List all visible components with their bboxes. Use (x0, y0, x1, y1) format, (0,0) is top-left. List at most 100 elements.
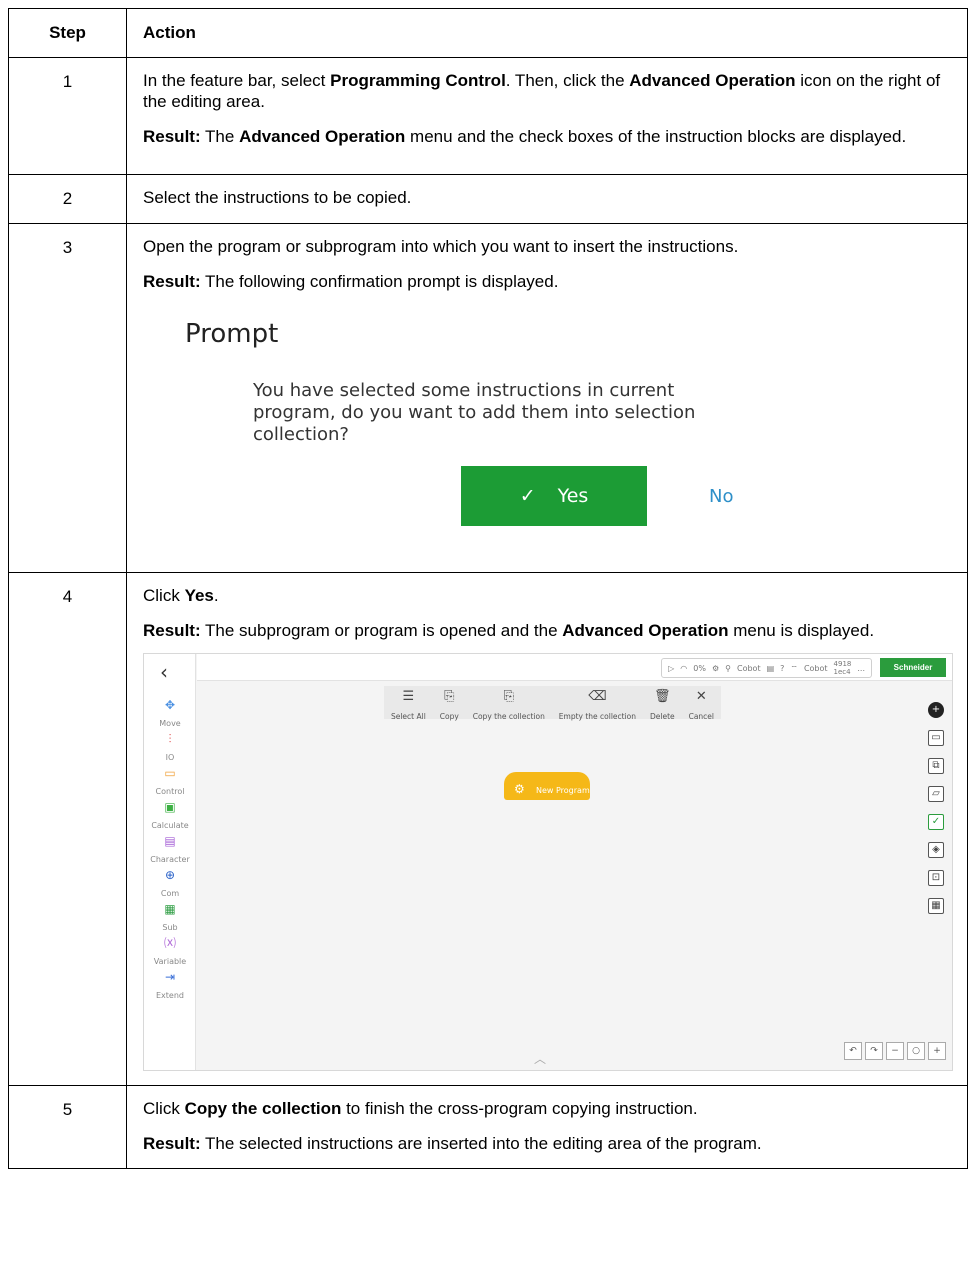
step-number: 4 (8, 572, 127, 1086)
yes-label: Yes (557, 484, 589, 507)
prompt-title: Prompt (185, 319, 279, 349)
play-icon[interactable]: ▷ (668, 658, 674, 679)
copy-collection-icon: ⎘ (503, 689, 514, 704)
variable-icon: ⒳ (163, 936, 176, 950)
action-cell: Click Copy the collection to finish the … (126, 1085, 968, 1169)
table-row: 1 In the feature bar, select Programming… (8, 57, 968, 175)
copy-icon: ⎘ (444, 689, 455, 704)
sidebar-item-sub[interactable]: ▦ Sub (144, 902, 196, 938)
calculate-icon: ▣ (164, 800, 176, 814)
delete-button[interactable]: 🗑 Delete (650, 689, 675, 727)
instruction-text: Click Copy the collection to finish the … (143, 1099, 698, 1118)
progress-percent: 0% (693, 663, 706, 673)
table-row: 3 Open the program or subprogram into wh… (8, 223, 968, 573)
sidebar-item-extend[interactable]: ⇥ Extend (144, 970, 196, 1006)
step-number: 3 (8, 223, 127, 573)
sidebar-item-character[interactable]: ▤ Character (144, 834, 196, 870)
result-text: Result: The selected instructions are in… (143, 1134, 762, 1153)
sidebar-item-io[interactable]: ⫶ IO (144, 732, 196, 768)
zoom-controls: ↶ ↷ − ○ + (844, 1042, 946, 1060)
sidebar-item-move[interactable]: ✥ Move (144, 698, 196, 734)
chevron-up-icon[interactable]: ︿ (534, 1049, 546, 1070)
wifi-icon: ⌔ (790, 663, 798, 673)
copy-button[interactable]: ⎘ Copy (440, 689, 459, 727)
sidebar-item-com[interactable]: ⊕ Com (144, 868, 196, 904)
table-row: 2 Select the instructions to be copied. (8, 174, 968, 224)
result-text: Result: The Advanced Operation menu and … (143, 127, 907, 146)
result-text: Result: The subprogram or program is ope… (143, 621, 875, 640)
action-cell: In the feature bar, select Programming C… (126, 57, 968, 175)
action-cell: Select the instructions to be copied. (126, 174, 968, 224)
zoom-reset-icon[interactable]: ○ (907, 1042, 925, 1060)
back-chevron-icon[interactable]: ‹ (160, 662, 168, 683)
open-folder-icon[interactable]: ▱ (928, 786, 944, 802)
sidebar-item-calculate[interactable]: ▣ Calculate (144, 800, 196, 836)
instruction-text: Click Yes. (143, 586, 219, 605)
redo-icon[interactable]: ↷ (865, 1042, 883, 1060)
advanced-operation-toolbar: ☰ Select All ⎘ Copy ⎘ Copy the collection ⌫… (384, 686, 721, 721)
zoom-out-icon[interactable]: − (886, 1042, 904, 1060)
result-text: Result: The following confirmation promp… (143, 272, 559, 291)
device-id: 4918 1ec4 (833, 660, 852, 676)
yes-button[interactable]: ✓ Yes (461, 466, 647, 526)
cancel-button[interactable]: ✕ Cancel (689, 689, 714, 727)
delete-icon: 🗑 (654, 689, 671, 704)
robot-arm-icon: ⚙ (514, 782, 525, 796)
add-icon[interactable]: + (928, 702, 944, 718)
step-header: Step (8, 8, 127, 58)
table-row: 5 Click Copy the collection to finish th… (8, 1085, 968, 1169)
extend-icon: ⇥ (164, 970, 176, 984)
copy-collection-button[interactable]: ⎘ Copy the collection (473, 689, 545, 727)
control-icon: ▭ (164, 766, 176, 780)
confirmation-prompt: Prompt You have selected some instructio… (143, 298, 951, 558)
cobot-status-label: Cobot (803, 663, 828, 673)
io-icon: ⫶ (168, 732, 172, 746)
procedure-table: Step Action 1 In the feature bar, select… (8, 8, 968, 1169)
zoom-in-icon[interactable]: + (928, 1042, 946, 1060)
select-all-button[interactable]: ☰ Select All (391, 689, 426, 727)
progress-ring-icon: ◠ (680, 663, 688, 673)
cobot-arm-icon: ⚲ (725, 663, 731, 673)
instruction-text: Select the instructions to be copied. (143, 188, 412, 207)
clipboard-icon[interactable]: ▤ (767, 658, 775, 679)
com-icon: ⊕ (164, 868, 176, 882)
schneider-logo: Schneider (880, 658, 946, 677)
settings-gear-icon[interactable]: ⚙ (712, 658, 719, 679)
select-all-icon: ☰ (402, 689, 415, 704)
checkmark-icon: ✓ (519, 484, 536, 507)
move-icon: ✥ (164, 698, 176, 712)
status-group: ▷ ◠ 0% ⚙ ⚲ Cobot ▤ ? ⌔ Cobot 4918 1ec4 ..… (661, 658, 872, 678)
app-screenshot: ‹ ✥ Move ⫶ IO ▭ Control ▣ Calculate ▤ Charact… (143, 653, 953, 1071)
cancel-icon: ✕ (695, 689, 707, 704)
sub-icon: ▦ (164, 902, 176, 916)
instruction-text: In the feature bar, select Programming C… (143, 71, 941, 111)
no-button[interactable]: No (709, 486, 733, 507)
top-status-bar: ▷ ◠ 0% ⚙ ⚲ Cobot ▤ ? ⌔ Cobot 4918 1ec4 ..… (197, 654, 952, 681)
action-header: Action (126, 8, 968, 58)
shield-icon[interactable]: ◈ (928, 842, 944, 858)
header-row: Step Action (8, 8, 968, 58)
save-as-icon[interactable]: ⧉ (928, 758, 944, 774)
save-icon[interactable]: ▭ (928, 730, 944, 746)
action-cell: Click Yes. Result: The subprogram or pro… (126, 572, 968, 1086)
calculator-icon[interactable]: ▦ (928, 898, 944, 914)
advanced-operation-icon[interactable]: ✓ (928, 814, 944, 830)
table-row: 4 Click Yes. Result: The subprogram or p… (8, 572, 968, 1086)
undo-icon[interactable]: ↶ (844, 1042, 862, 1060)
step-number: 2 (8, 174, 127, 224)
new-program-block[interactable]: ⚙ New Program (504, 772, 590, 800)
step-number: 1 (8, 57, 127, 175)
help-icon[interactable]: ? (780, 658, 784, 679)
sidebar-item-control[interactable]: ▭ Control (144, 766, 196, 802)
action-cell: Open the program or subprogram into whic… (126, 223, 968, 573)
unlock-icon[interactable]: ⊡ (928, 870, 944, 886)
cobot-label: Cobot (737, 663, 761, 673)
block-sidebar: ‹ ✥ Move ⫶ IO ▭ Control ▣ Calculate ▤ Charact… (144, 654, 196, 1070)
step-number: 5 (8, 1085, 127, 1169)
more-menu[interactable]: ... (857, 658, 865, 679)
empty-collection-icon: ⌫ (588, 689, 607, 704)
empty-collection-button[interactable]: ⌫ Empty the collection (559, 689, 636, 727)
instruction-text: Open the program or subprogram into whic… (143, 237, 739, 256)
sidebar-item-variable[interactable]: ⒳ Variable (144, 936, 196, 972)
character-icon: ▤ (164, 834, 176, 848)
